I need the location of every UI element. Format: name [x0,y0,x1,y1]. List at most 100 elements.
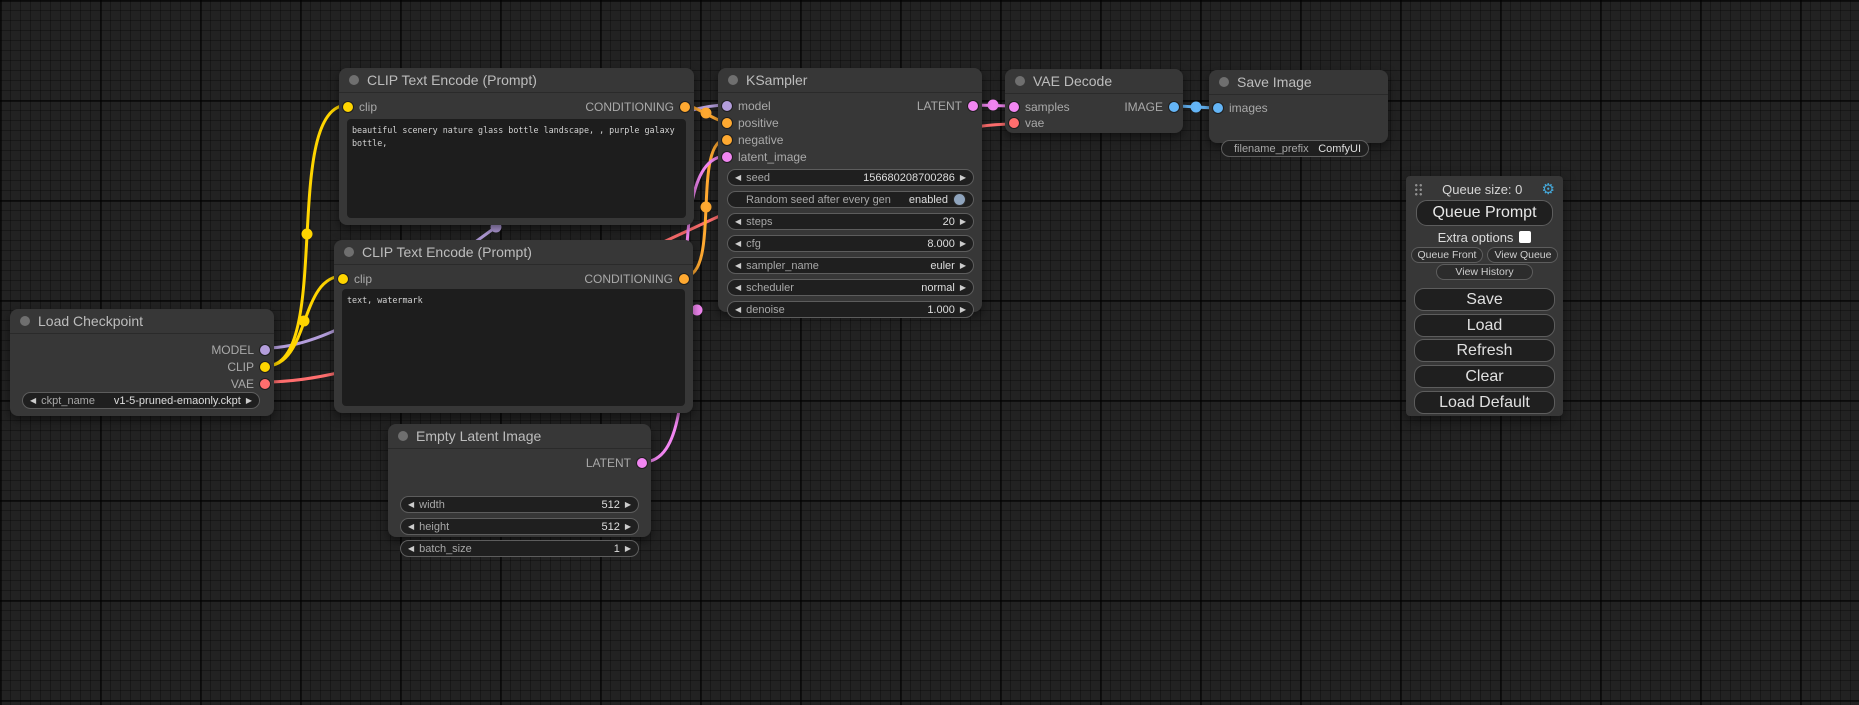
arrow-left-icon[interactable]: ◀ [735,262,741,270]
input-slot-model[interactable]: model [722,99,771,113]
conditioning-output-socket[interactable] [680,102,690,112]
arrow-left-icon[interactable]: ◀ [408,523,414,531]
latent-output-socket[interactable] [637,458,647,468]
refresh-button[interactable]: Refresh [1414,339,1555,362]
sampler-name-widget[interactable]: ◀ sampler_name euler ▶ [727,257,974,274]
output-slot-clip[interactable]: CLIP [227,360,270,374]
input-slot-latent-image[interactable]: latent_image [722,150,807,164]
node-title-bar[interactable]: VAE Decode [1005,69,1183,94]
output-slot-model[interactable]: MODEL [211,343,270,357]
input-slot-negative[interactable]: negative [722,133,783,147]
input-slot-images[interactable]: images [1213,101,1268,115]
image-output-socket[interactable] [1169,102,1179,112]
latent-image-input-socket[interactable] [722,152,732,162]
arrow-left-icon[interactable]: ◀ [735,284,741,292]
scheduler-widget[interactable]: ◀ scheduler normal ▶ [727,279,974,296]
samples-input-socket[interactable] [1009,102,1019,112]
toggle-icon[interactable] [953,193,966,206]
output-slot-conditioning[interactable]: CONDITIONING [585,100,690,114]
load-default-button[interactable]: Load Default [1414,391,1555,414]
queue-prompt-button[interactable]: Queue Prompt [1416,200,1553,226]
latent-output-socket[interactable] [968,101,978,111]
output-slot-latent[interactable]: LATENT [917,99,978,113]
prompt-textarea[interactable]: beautiful scenery nature glass bottle la… [347,119,686,218]
collapse-dot-icon[interactable] [349,75,359,85]
arrow-right-icon[interactable]: ▶ [960,174,966,182]
arrow-right-icon[interactable]: ▶ [960,262,966,270]
positive-input-socket[interactable] [722,118,732,128]
save-button[interactable]: Save [1414,288,1555,311]
prompt-textarea[interactable]: text, watermark [342,289,685,406]
vae-input-socket[interactable] [1009,118,1019,128]
node-save-image[interactable]: Save Image images filename_prefix ComfyU… [1209,70,1388,143]
height-widget[interactable]: ◀ height 512 ▶ [400,518,639,535]
arrow-right-icon[interactable]: ▶ [246,397,252,405]
output-slot-latent[interactable]: LATENT [586,456,647,470]
collapse-dot-icon[interactable] [728,75,738,85]
node-title-bar[interactable]: Empty Latent Image [388,424,651,449]
clip-input-socket[interactable] [338,274,348,284]
clip-output-socket[interactable] [260,362,270,372]
arrow-left-icon[interactable]: ◀ [735,240,741,248]
arrow-left-icon[interactable]: ◀ [735,174,741,182]
queue-panel[interactable]: Queue size: 0 ⚙ Queue Prompt Extra optio… [1406,176,1563,416]
node-title-bar[interactable]: Save Image [1209,70,1388,95]
clear-button[interactable]: Clear [1414,365,1555,388]
node-clip-text-encode-positive[interactable]: CLIP Text Encode (Prompt) clip CONDITION… [339,68,694,225]
arrow-left-icon[interactable]: ◀ [408,545,414,553]
input-slot-clip[interactable]: clip [338,272,372,286]
node-title-bar[interactable]: KSampler [718,68,982,93]
gear-icon[interactable]: ⚙ [1542,182,1555,197]
filename-prefix-widget[interactable]: filename_prefix ComfyUI [1221,140,1369,157]
node-empty-latent-image[interactable]: Empty Latent Image LATENT ◀ width 512 ▶ … [388,424,651,537]
arrow-right-icon[interactable]: ▶ [625,523,631,531]
collapse-dot-icon[interactable] [1219,77,1229,87]
vae-output-socket[interactable] [260,379,270,389]
model-output-socket[interactable] [260,345,270,355]
arrow-left-icon[interactable]: ◀ [735,306,741,314]
width-widget[interactable]: ◀ width 512 ▶ [400,496,639,513]
node-ksampler[interactable]: KSampler model LATENT positive [718,68,982,312]
output-slot-vae[interactable]: VAE [231,377,270,391]
ckpt-name-widget[interactable]: ◀ ckpt_name v1-5-pruned-emaonly.ckpt ▶ [22,392,260,409]
arrow-right-icon[interactable]: ▶ [960,306,966,314]
arrow-right-icon[interactable]: ▶ [625,545,631,553]
steps-widget[interactable]: ◀ steps 20 ▶ [727,213,974,230]
images-input-socket[interactable] [1213,103,1223,113]
node-vae-decode[interactable]: VAE Decode samples IMAGE vae [1005,69,1183,133]
denoise-widget[interactable]: ◀ denoise 1.000 ▶ [727,301,974,318]
conditioning-output-socket[interactable] [679,274,689,284]
clip-input-socket[interactable] [343,102,353,112]
arrow-right-icon[interactable]: ▶ [960,284,966,292]
arrow-left-icon[interactable]: ◀ [408,501,414,509]
input-slot-positive[interactable]: positive [722,116,779,130]
extra-options-checkbox[interactable] [1519,231,1531,243]
seed-widget[interactable]: ◀ seed 156680208700286 ▶ [727,169,974,186]
output-slot-conditioning[interactable]: CONDITIONING [584,272,689,286]
node-title-bar[interactable]: CLIP Text Encode (Prompt) [339,68,694,93]
node-title-bar[interactable]: Load Checkpoint [10,309,274,334]
collapse-dot-icon[interactable] [398,431,408,441]
batch-size-widget[interactable]: ◀ batch_size 1 ▶ [400,540,639,557]
negative-input-socket[interactable] [722,135,732,145]
arrow-right-icon[interactable]: ▶ [960,240,966,248]
view-queue-button[interactable]: View Queue [1487,247,1558,263]
input-slot-clip[interactable]: clip [343,100,377,114]
arrow-right-icon[interactable]: ▶ [960,218,966,226]
load-button[interactable]: Load [1414,314,1555,337]
node-canvas[interactable]: Load Checkpoint MODEL CLIP VAE [0,0,1859,705]
view-history-button[interactable]: View History [1436,264,1533,280]
input-slot-vae[interactable]: vae [1009,116,1044,130]
random-seed-toggle-widget[interactable]: Random seed after every gen enabled [727,191,974,208]
arrow-left-icon[interactable]: ◀ [30,397,36,405]
node-title-bar[interactable]: CLIP Text Encode (Prompt) [334,240,693,265]
node-clip-text-encode-negative[interactable]: CLIP Text Encode (Prompt) clip CONDITION… [334,240,693,413]
collapse-dot-icon[interactable] [20,316,30,326]
input-slot-samples[interactable]: samples [1009,100,1070,114]
collapse-dot-icon[interactable] [344,247,354,257]
cfg-widget[interactable]: ◀ cfg 8.000 ▶ [727,235,974,252]
queue-front-button[interactable]: Queue Front [1411,247,1484,263]
output-slot-image[interactable]: IMAGE [1124,100,1179,114]
arrow-right-icon[interactable]: ▶ [625,501,631,509]
collapse-dot-icon[interactable] [1015,76,1025,86]
